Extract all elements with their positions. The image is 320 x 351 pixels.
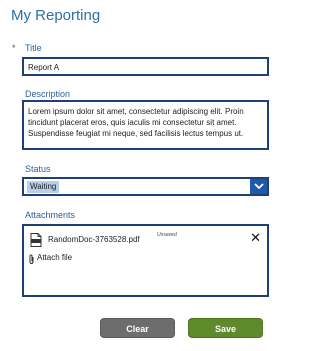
paperclip-icon: [28, 252, 35, 270]
close-icon[interactable]: ✕: [250, 231, 261, 245]
attachment-item: RandomDoc-3763528.pdf Unsaved ✕: [30, 231, 262, 248]
clear-button[interactable]: Clear: [100, 318, 175, 338]
status-selected-value: Waiting: [27, 181, 60, 193]
description-textarea[interactable]: Lorem ipsum dolor sit amet, consectetur …: [22, 100, 269, 150]
chevron-down-icon[interactable]: [250, 179, 267, 194]
title-label: Title: [25, 43, 42, 53]
unsaved-badge: Unsaved: [157, 232, 177, 238]
save-button[interactable]: Save: [188, 318, 263, 338]
attachments-box: RandomDoc-3763528.pdf Unsaved ✕ Attach f…: [22, 224, 269, 297]
status-dropdown[interactable]: Waiting: [22, 177, 269, 196]
description-label: Description: [25, 89, 71, 99]
page-title: My Reporting: [11, 7, 101, 24]
status-label: Status: [25, 164, 51, 174]
required-marker: *: [12, 43, 16, 53]
attachment-file-name: RandomDoc-3763528.pdf: [48, 235, 140, 244]
pdf-file-icon: [30, 233, 42, 252]
attachments-label: Attachments: [25, 210, 76, 220]
title-input[interactable]: Report A: [22, 57, 269, 76]
attach-file-label: Attach file: [37, 253, 73, 262]
